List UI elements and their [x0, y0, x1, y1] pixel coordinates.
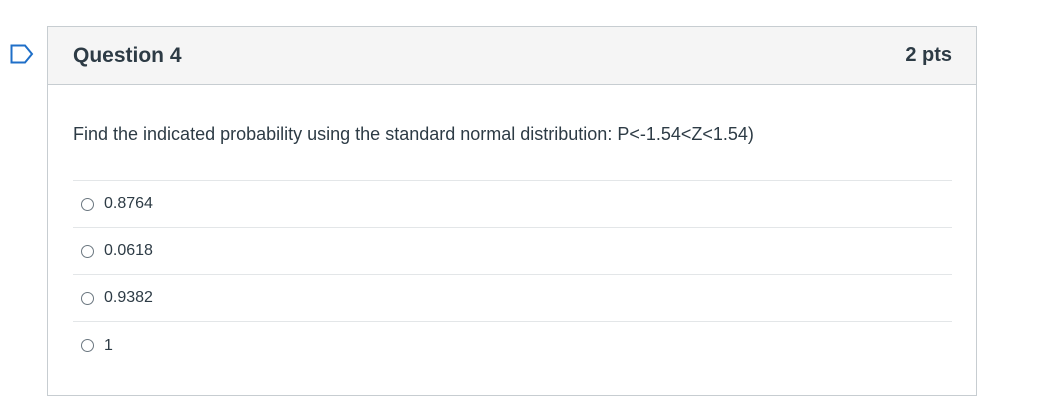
answer-label[interactable]: 0.0618 [104, 242, 153, 260]
answer-option[interactable]: 0.9382 [73, 275, 952, 322]
radio-button[interactable] [81, 244, 94, 258]
answer-option[interactable]: 1 [73, 322, 952, 369]
question-points: 2 pts [905, 44, 952, 66]
question-body: Find the indicated probability using the… [48, 124, 976, 369]
answer-option[interactable]: 0.0618 [73, 228, 952, 275]
radio-button[interactable] [81, 197, 94, 211]
answer-label[interactable]: 1 [104, 337, 113, 355]
question-text: Find the indicated probability using the… [73, 124, 754, 144]
question-title: Question 4 [73, 43, 182, 67]
question-header: Question 4 2 pts [48, 27, 976, 85]
flag-question-icon[interactable] [10, 44, 34, 64]
answer-option[interactable]: 0.8764 [73, 181, 952, 228]
answer-label[interactable]: 0.9382 [104, 289, 153, 307]
answer-label[interactable]: 0.8764 [104, 195, 153, 213]
question-card: Question 4 2 pts Find the indicated prob… [47, 26, 977, 396]
radio-button[interactable] [81, 339, 94, 352]
radio-button[interactable] [81, 291, 94, 305]
answer-list: 0.8764 0.0618 0.9382 1 [73, 180, 952, 369]
